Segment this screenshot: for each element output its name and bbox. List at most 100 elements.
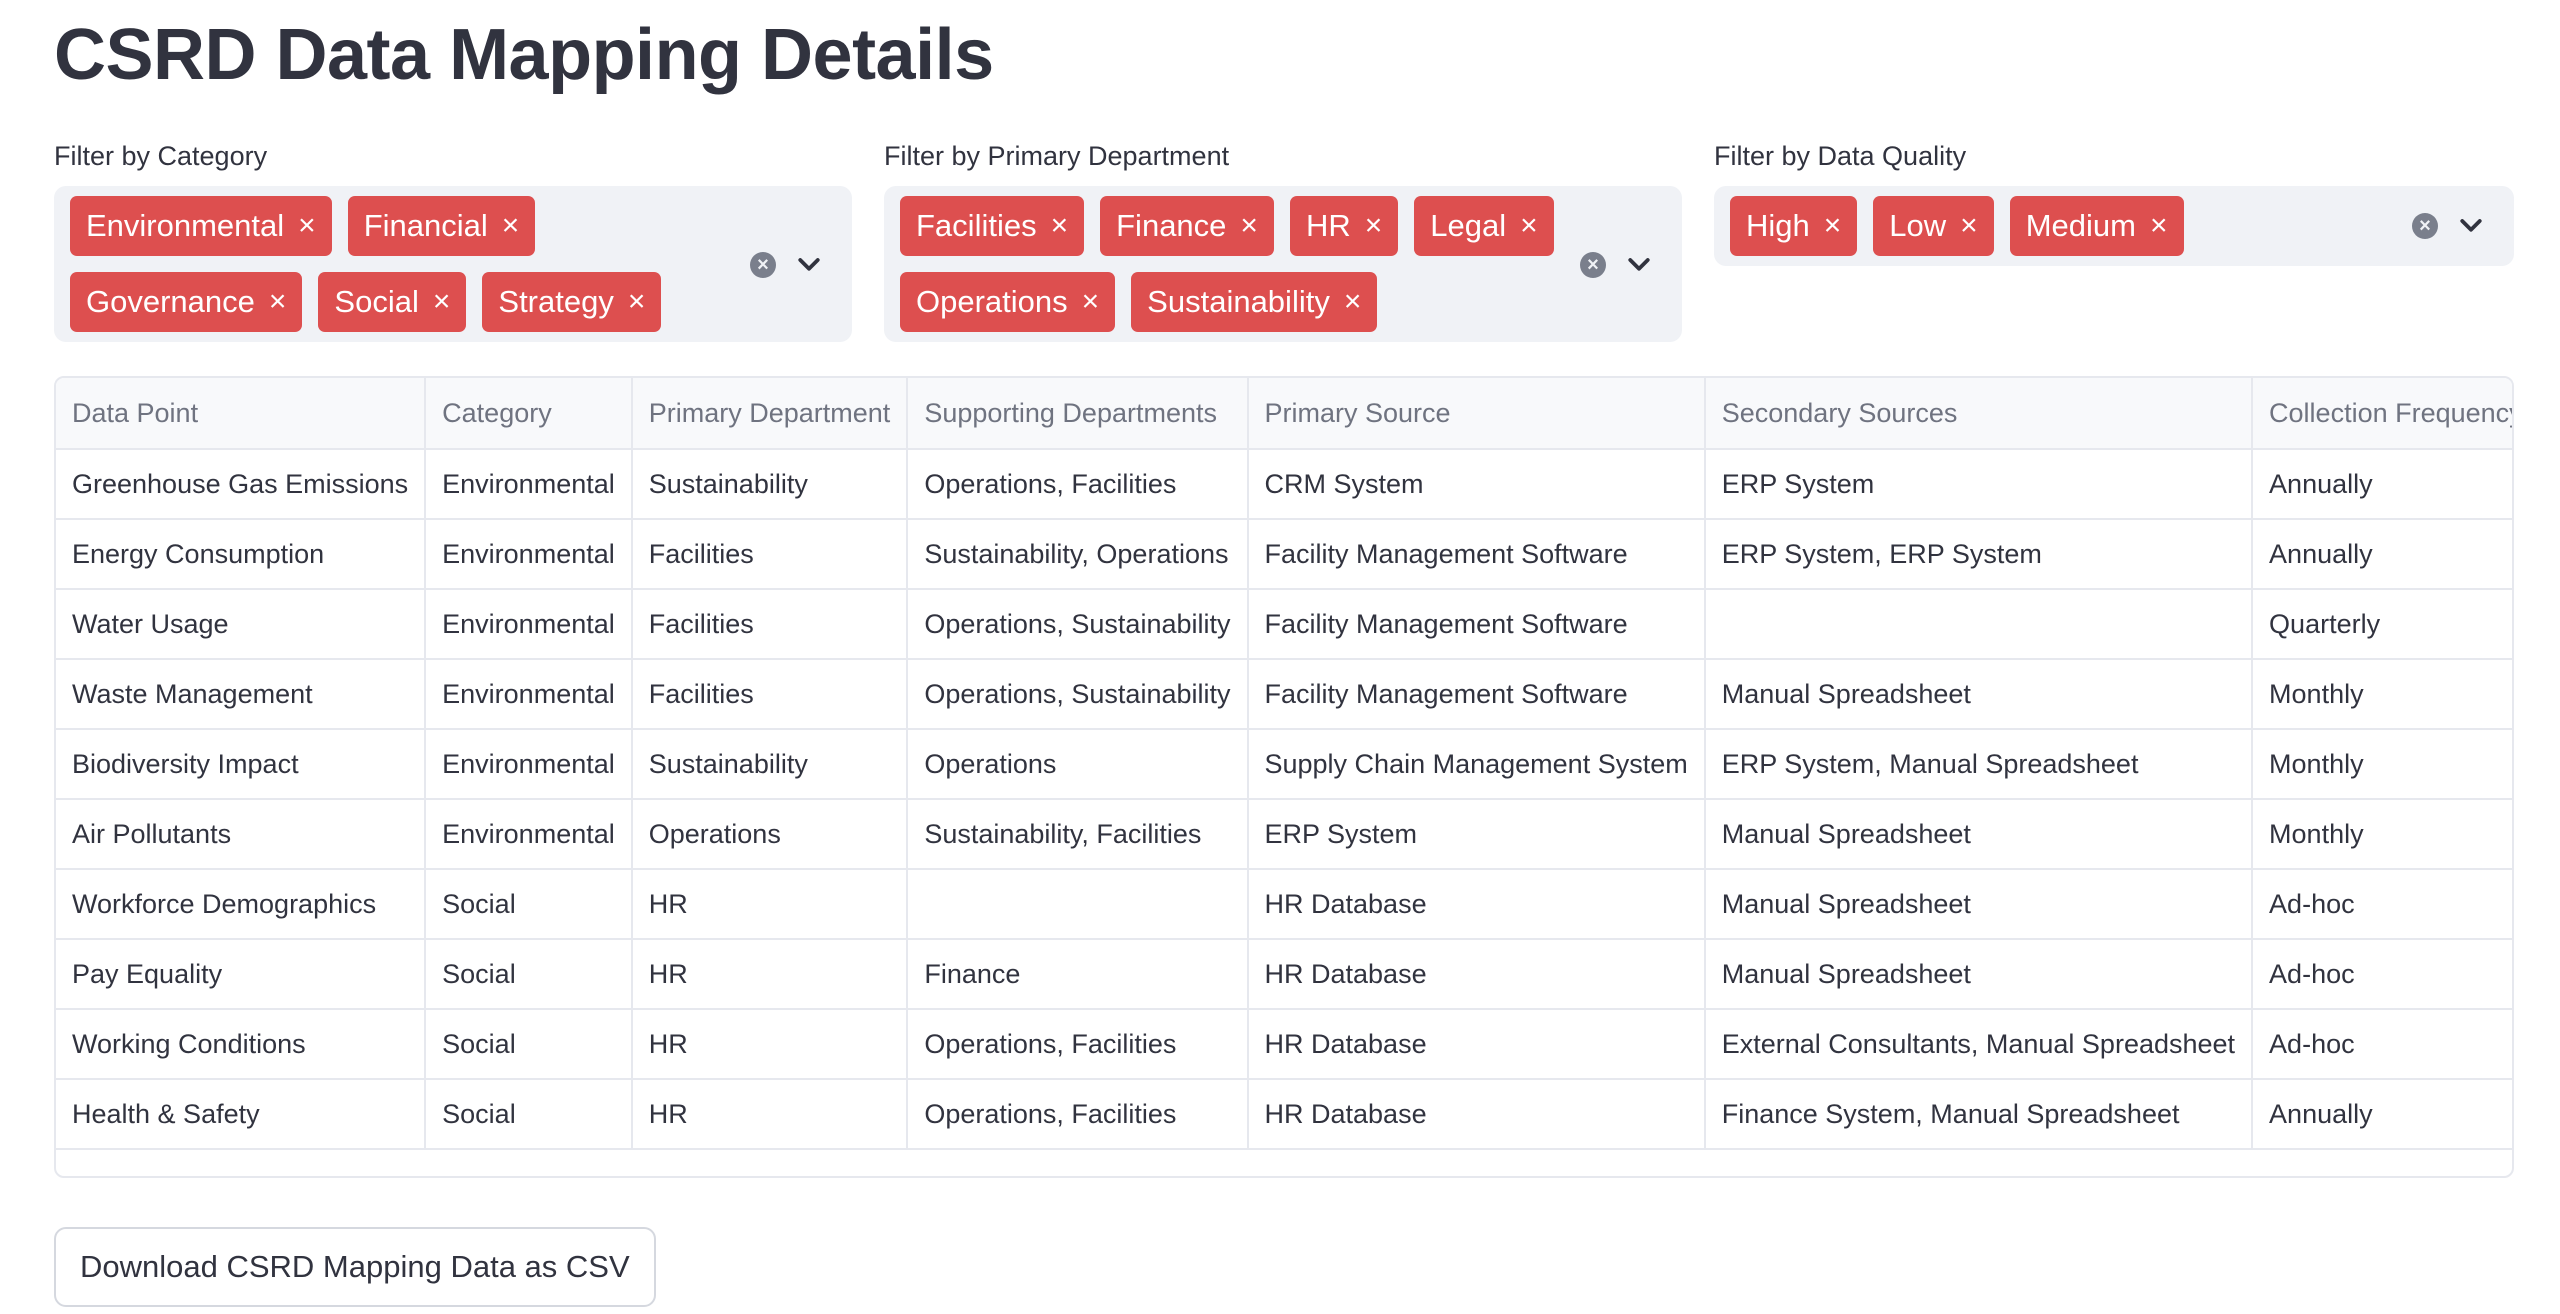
column-header[interactable]: Primary Source [1247, 378, 1706, 450]
close-icon[interactable]: × [502, 211, 520, 241]
data-table[interactable]: Data Point Category Primary Department Supp… [54, 376, 2514, 1178]
filter-chip[interactable]: Low × [1873, 196, 1994, 256]
table-row[interactable]: Biodiversity Impact Environmental Sustaina… [56, 729, 2512, 800]
table-cell: Energy Consumption [56, 519, 427, 590]
table-cell: Ad-hoc [2252, 869, 2512, 940]
table-cell: CRM System [1247, 449, 1706, 520]
table-cell: HR [631, 1009, 909, 1080]
table-cell: Environmental [425, 799, 633, 870]
table-cell: Facilities [631, 659, 909, 730]
department-multiselect[interactable]: Facilities × Finance × HR × Legal × Operations × S… [884, 186, 1682, 342]
filter-chip[interactable]: Social × [318, 272, 467, 332]
table-cell: HR Database [1247, 1079, 1706, 1150]
table-cell: Sustainability, Operations [907, 519, 1249, 590]
table-cell: Environmental [425, 589, 633, 660]
table-row[interactable]: Greenhouse Gas Emissions Environmental Sus… [56, 449, 2512, 520]
quality-multiselect[interactable]: High × Low × Medium × × [1714, 186, 2514, 266]
column-header[interactable]: Supporting Departments [907, 378, 1249, 450]
filter-chip[interactable]: HR × [1289, 196, 1399, 256]
filter-chip[interactable]: Financial × [347, 196, 536, 256]
chevron-down-icon[interactable] [1624, 250, 1654, 280]
filter-chip-label: Governance [86, 284, 255, 319]
column-header[interactable]: Collection Frequency [2252, 378, 2512, 450]
quality-filter-label: Filter by Data Quality [1714, 141, 1967, 171]
filter-chip-label: Legal [1430, 208, 1507, 243]
filter-chip-label: Environmental [86, 208, 285, 243]
filter-chip[interactable]: Facilities × [900, 196, 1085, 256]
table-cell: Quarterly [2252, 589, 2512, 660]
table-row[interactable]: Water Usage Environmental Facilities Operat… [56, 589, 2512, 660]
table-cell: Working Conditions [56, 1009, 427, 1080]
table-cell: Finance System, Manual Spreadsheet [1704, 1079, 2254, 1150]
close-icon[interactable]: × [1520, 211, 1538, 241]
close-icon[interactable]: × [1365, 211, 1383, 241]
table-cell: Pay Equality [56, 939, 427, 1010]
filter-chip[interactable]: Operations × [900, 272, 1116, 332]
close-icon[interactable]: × [298, 211, 316, 241]
chevron-down-icon[interactable] [2456, 211, 2486, 241]
filter-chip[interactable]: Sustainability × [1131, 272, 1378, 332]
filter-chip[interactable]: Legal × [1414, 196, 1554, 256]
clear-circle-icon[interactable]: × [1580, 252, 1606, 278]
department-filter: Filter by Primary Department Facilities ×… [884, 136, 1682, 342]
close-icon[interactable]: × [1082, 287, 1100, 317]
table-cell: Operations, Facilities [907, 1009, 1249, 1080]
clear-circle-icon[interactable]: × [750, 252, 776, 278]
quality-filter: Filter by Data Quality High × Low × Medium × … [1714, 136, 2514, 266]
table-cell: Greenhouse Gas Emissions [56, 449, 427, 520]
table-cell: Facility Management Software [1247, 519, 1706, 590]
table-cell: Monthly [2252, 799, 2512, 870]
table-cell: External Consultants, Manual Spreadsheet [1704, 1009, 2254, 1080]
table-cell: HR [631, 869, 909, 940]
filter-chip[interactable]: Governance × [70, 272, 303, 332]
filter-chip[interactable]: Finance × [1100, 196, 1274, 256]
table-cell: Monthly [2252, 729, 2512, 800]
filter-chip-label: HR [1305, 208, 1351, 243]
table-cell: Annually [2252, 519, 2512, 590]
close-icon[interactable]: × [628, 287, 646, 317]
close-icon[interactable]: × [2150, 211, 2168, 241]
table-cell: Operations, Sustainability [907, 659, 1249, 730]
filter-chip-label: Facilities [916, 208, 1037, 243]
filter-chip[interactable]: High × [1730, 196, 1858, 256]
chevron-down-icon[interactable] [794, 250, 824, 280]
close-icon[interactable]: × [1344, 287, 1362, 317]
table-cell: Environmental [425, 519, 633, 590]
download-csv-button[interactable]: Download CSRD Mapping Data as CSV [54, 1227, 656, 1307]
clear-circle-icon[interactable]: × [2412, 213, 2438, 239]
table-cell: Biodiversity Impact [56, 729, 427, 800]
table-row[interactable]: Waste Management Environmental Facilities O… [56, 659, 2512, 730]
table-body: Greenhouse Gas Emissions Environmental Sus… [56, 449, 2512, 1150]
close-icon[interactable]: × [269, 287, 287, 317]
filter-chip[interactable]: Medium × [2009, 196, 2184, 256]
close-icon[interactable]: × [1960, 211, 1978, 241]
close-icon[interactable]: × [1824, 211, 1842, 241]
category-multiselect[interactable]: Environmental × Financial × Governance × Socia… [54, 186, 852, 342]
table-row[interactable]: Working Conditions Social HR Operations, Fa… [56, 1009, 2512, 1080]
table-row[interactable]: Pay Equality Social HR Finance HR Database Ma… [56, 939, 2512, 1010]
close-icon[interactable]: × [1240, 211, 1258, 241]
column-header[interactable]: Secondary Sources [1704, 378, 2254, 450]
table-cell: Facility Management Software [1247, 659, 1706, 730]
close-icon[interactable]: × [1051, 211, 1069, 241]
table-cell: Facility Management Software [1247, 589, 1706, 660]
category-filter: Filter by Category Environmental × Financi… [54, 136, 852, 342]
table-row[interactable]: Energy Consumption Environmental Facilitie… [56, 519, 2512, 590]
table-cell: Environmental [425, 729, 633, 800]
table-cell: Sustainability, Facilities [907, 799, 1249, 870]
table-cell: ERP System [1704, 449, 2254, 520]
filter-chip[interactable]: Strategy × [482, 272, 662, 332]
table-cell [907, 869, 1249, 940]
table-row[interactable]: Health & Safety Social HR Operations, Facil… [56, 1079, 2512, 1150]
table-row[interactable]: Air Pollutants Environmental Operations Sus… [56, 799, 2512, 870]
table-cell: Environmental [425, 449, 633, 520]
table-cell: Annually [2252, 1079, 2512, 1150]
column-header[interactable]: Data Point [56, 378, 427, 450]
table-header-row: Data Point Category Primary Department Supp… [56, 378, 2512, 450]
table-cell: HR Database [1247, 869, 1706, 940]
table-row[interactable]: Workforce Demographics Social HR HR Databas… [56, 869, 2512, 940]
filter-chip[interactable]: Environmental × [70, 196, 332, 256]
column-header[interactable]: Category [425, 378, 633, 450]
close-icon[interactable]: × [433, 287, 451, 317]
column-header[interactable]: Primary Department [631, 378, 909, 450]
